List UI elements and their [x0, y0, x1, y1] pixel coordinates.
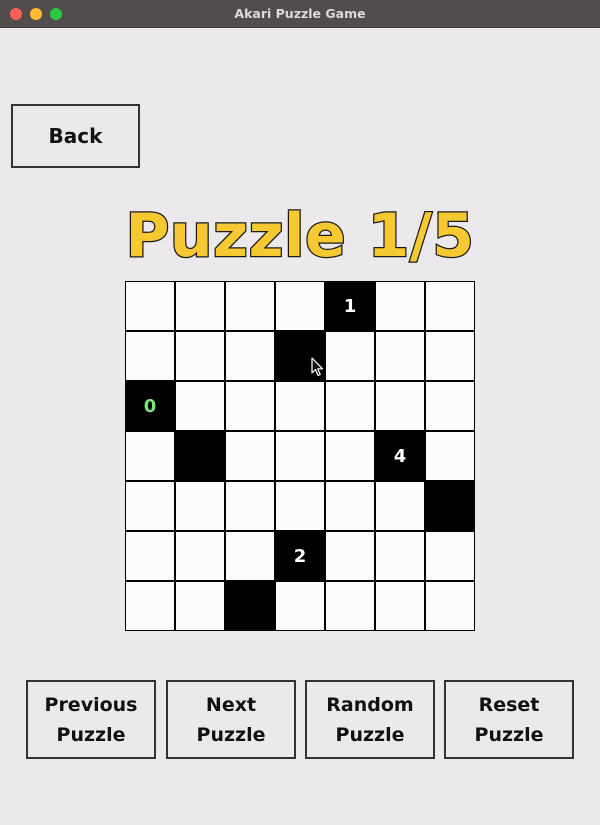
empty-cell[interactable]	[426, 332, 474, 380]
empty-cell[interactable]	[226, 282, 274, 330]
empty-cell[interactable]	[226, 382, 274, 430]
next-puzzle-button[interactable]: Next Puzzle	[166, 680, 296, 759]
empty-cell[interactable]	[426, 282, 474, 330]
empty-cell[interactable]	[226, 332, 274, 380]
wall-cell[interactable]	[176, 432, 224, 480]
empty-cell[interactable]	[376, 532, 424, 580]
previous-puzzle-label-line1: Previous	[44, 693, 138, 716]
puzzle-title: Puzzle 1/5	[124, 200, 475, 273]
previous-puzzle-button[interactable]: Previous Puzzle	[26, 680, 156, 759]
back-button-label: Back	[48, 124, 103, 148]
empty-cell[interactable]	[376, 332, 424, 380]
wall-cell[interactable]	[426, 482, 474, 530]
empty-cell[interactable]	[276, 582, 324, 630]
empty-cell[interactable]	[226, 532, 274, 580]
empty-cell[interactable]	[126, 482, 174, 530]
puzzle-board: 1 0 4 2	[125, 281, 475, 631]
empty-cell[interactable]	[426, 582, 474, 630]
empty-cell[interactable]	[376, 482, 424, 530]
empty-cell[interactable]	[226, 482, 274, 530]
title-bar: Akari Puzzle Game	[0, 0, 600, 28]
empty-cell[interactable]	[376, 282, 424, 330]
empty-cell[interactable]	[426, 382, 474, 430]
random-puzzle-button[interactable]: Random Puzzle	[305, 680, 435, 759]
empty-cell[interactable]	[376, 382, 424, 430]
empty-cell[interactable]	[326, 532, 374, 580]
random-puzzle-label-line2: Puzzle	[335, 723, 405, 746]
app-window: Akari Puzzle Game Back Puzzle 1/5 1 0 4 2 P…	[0, 0, 600, 825]
wall-cell[interactable]	[226, 582, 274, 630]
next-puzzle-label-line2: Puzzle	[196, 723, 266, 746]
reset-puzzle-button[interactable]: Reset Puzzle	[444, 680, 574, 759]
empty-cell[interactable]	[126, 532, 174, 580]
empty-cell[interactable]	[126, 332, 174, 380]
empty-cell[interactable]	[326, 432, 374, 480]
empty-cell[interactable]	[426, 532, 474, 580]
reset-puzzle-label-line2: Puzzle	[474, 723, 544, 746]
empty-cell[interactable]	[176, 482, 224, 530]
clue-cell[interactable]: 0	[126, 382, 174, 430]
empty-cell[interactable]	[426, 432, 474, 480]
empty-cell[interactable]	[326, 382, 374, 430]
empty-cell[interactable]	[326, 482, 374, 530]
empty-cell[interactable]	[176, 332, 224, 380]
empty-cell[interactable]	[176, 532, 224, 580]
empty-cell[interactable]	[126, 432, 174, 480]
empty-cell[interactable]	[176, 282, 224, 330]
empty-cell[interactable]	[176, 582, 224, 630]
random-puzzle-label-line1: Random	[326, 693, 414, 716]
empty-cell[interactable]	[226, 432, 274, 480]
empty-cell[interactable]	[126, 582, 174, 630]
clue-cell[interactable]: 4	[376, 432, 424, 480]
reset-puzzle-label-line1: Reset	[478, 693, 540, 716]
window-title: Akari Puzzle Game	[234, 6, 366, 21]
empty-cell[interactable]	[326, 332, 374, 380]
wall-cell[interactable]	[276, 332, 324, 380]
empty-cell[interactable]	[276, 382, 324, 430]
back-button[interactable]: Back	[11, 104, 140, 168]
empty-cell[interactable]	[276, 482, 324, 530]
empty-cell[interactable]	[326, 582, 374, 630]
clue-cell[interactable]: 2	[276, 532, 324, 580]
clue-cell[interactable]: 1	[326, 282, 374, 330]
next-puzzle-label-line1: Next	[205, 693, 257, 716]
empty-cell[interactable]	[376, 582, 424, 630]
empty-cell[interactable]	[176, 382, 224, 430]
empty-cell[interactable]	[276, 282, 324, 330]
empty-cell[interactable]	[276, 432, 324, 480]
previous-puzzle-label-line2: Puzzle	[56, 723, 126, 746]
empty-cell[interactable]	[126, 282, 174, 330]
